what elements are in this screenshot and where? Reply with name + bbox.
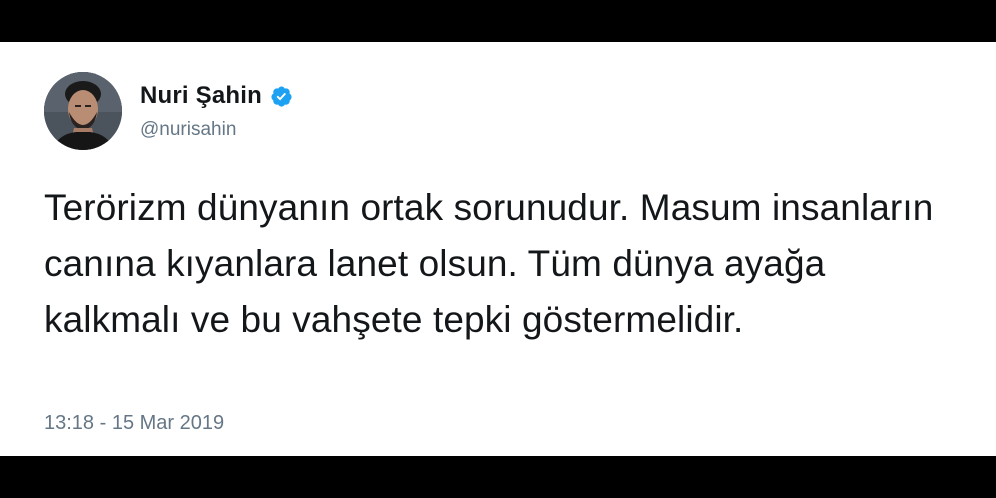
avatar[interactable] bbox=[44, 72, 122, 150]
name-row: Nuri Şahin bbox=[140, 81, 293, 111]
screenshot-frame: Nuri Şahin @nurisahin Terörizm dünyanın … bbox=[0, 0, 996, 498]
tweet-timestamp[interactable]: 13:18 - 15 Mar 2019 bbox=[44, 412, 224, 435]
tweet-card: Nuri Şahin @nurisahin Terörizm dünyanın … bbox=[0, 42, 996, 456]
tweet-text: Terörizm dünyanın ortak sorunudur. Masum… bbox=[44, 187, 934, 340]
tweet-header: Nuri Şahin @nurisahin bbox=[44, 72, 293, 150]
author-handle[interactable]: @nurisahin bbox=[140, 119, 293, 141]
verified-badge-icon bbox=[271, 85, 292, 107]
author-identity: Nuri Şahin @nurisahin bbox=[140, 81, 293, 141]
author-display-name[interactable]: Nuri Şahin bbox=[140, 82, 262, 110]
user-avatar-icon bbox=[44, 72, 122, 150]
